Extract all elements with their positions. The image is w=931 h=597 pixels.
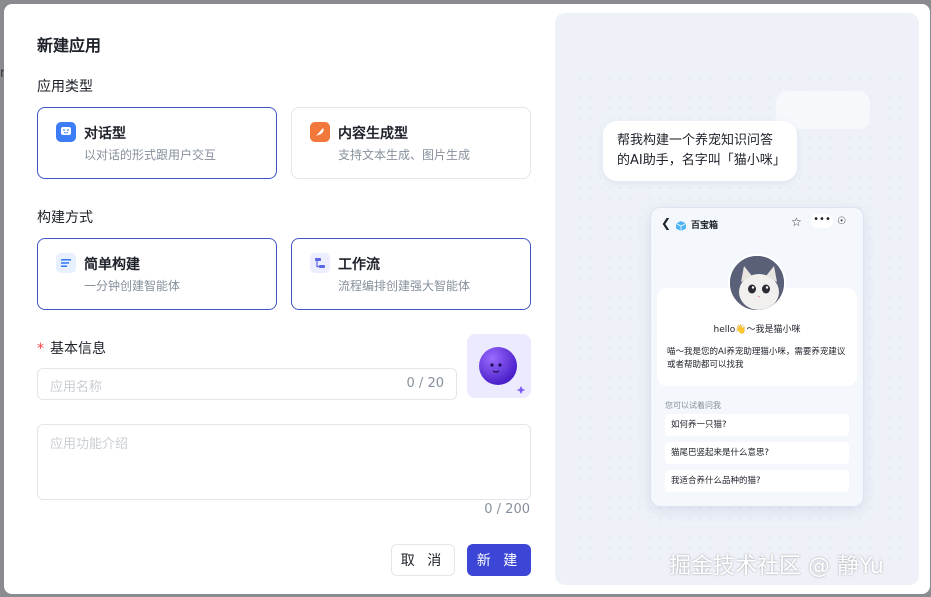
build-method-name: 工作流 xyxy=(338,257,380,273)
app-type-label: 应用类型 xyxy=(37,79,93,95)
hello-text: hello👋～我是猫小咪 xyxy=(713,325,801,335)
sparkle-icon xyxy=(516,386,526,394)
workflow-icon xyxy=(310,253,330,273)
app-name-placeholder: 应用名称 xyxy=(50,380,103,395)
app-type-name: 对话型 xyxy=(84,126,126,142)
suggestion-item: 我适合养什么品种的猫? xyxy=(665,470,849,492)
preview-panel: 帮我构建一个养宠知识问答的AI助手，名字叫「猫小咪」 ❮ 百宝箱 ☆ ••• ☉… xyxy=(555,13,919,585)
build-method-label: 构建方式 xyxy=(37,210,93,226)
build-method-name: 简单构建 xyxy=(84,257,140,273)
basic-info-text: 基本信息 xyxy=(50,341,106,357)
phone-top-bar: ❮ 百宝箱 ☆ ••• ☉ xyxy=(651,208,863,240)
box-logo-icon xyxy=(675,217,687,231)
cancel-button[interactable]: 取 消 xyxy=(391,544,455,576)
record-icon: ☉ xyxy=(837,216,846,227)
basic-info-label: * 基本信息 xyxy=(37,338,106,358)
app-name-input[interactable]: 应用名称 0 / 20 xyxy=(37,368,457,400)
suggestions-title: 您可以试着问我 xyxy=(665,401,721,410)
more-icon: ••• xyxy=(811,214,833,228)
app-description-char-count: 0 / 200 xyxy=(484,502,530,517)
create-button[interactable]: 新 建 xyxy=(467,544,531,576)
star-icon: ☆ xyxy=(791,215,802,229)
build-method-desc: 一分钟创建智能体 xyxy=(84,279,181,293)
build-method-desc: 流程编排创建强大智能体 xyxy=(338,279,471,293)
app-avatar-picker[interactable] xyxy=(467,334,531,398)
chat-icon xyxy=(56,122,76,142)
watermark: 掘金技术社区 @ 静Yu xyxy=(669,554,884,579)
build-method-card-simple[interactable]: 简单构建 一分钟创建智能体 xyxy=(37,238,277,310)
app-type-desc: 支持文本生成、图片生成 xyxy=(338,148,471,162)
intro-message: 喵～我是您的AI养宠助理猫小咪，需要养宠建议或者帮助都可以找我 xyxy=(667,347,846,370)
build-method-card-workflow[interactable]: 工作流 流程编排创建强大智能体 xyxy=(291,238,531,310)
suggestion-item: 如何养一只猫? xyxy=(665,414,849,436)
preview-prompt-bubble: 帮我构建一个养宠知识问答的AI助手，名字叫「猫小咪」 xyxy=(603,121,797,181)
cat-avatar xyxy=(728,254,786,312)
app-type-name: 内容生成型 xyxy=(338,126,408,142)
required-mark: * xyxy=(37,341,44,357)
app-name-char-count: 0 / 20 xyxy=(406,376,444,391)
ball-avatar-icon xyxy=(479,347,526,394)
suggestion-item: 猫尾巴竖起来是什么意思? xyxy=(665,442,849,464)
list-icon xyxy=(56,253,76,273)
app-type-card-chat[interactable]: 对话型 以对话的形式跟用户交互 xyxy=(37,107,277,179)
app-description-textarea[interactable]: 应用功能介绍 xyxy=(37,424,531,500)
app-type-card-content[interactable]: 内容生成型 支持文本生成、图片生成 xyxy=(291,107,531,179)
phone-app-name: 百宝箱 xyxy=(691,221,719,231)
dialog-title: 新建应用 xyxy=(37,36,102,55)
app-type-desc: 以对话的形式跟用户交互 xyxy=(84,148,217,162)
preview-phone-mockup: ❮ 百宝箱 ☆ ••• ☉ hello👋～我是猫小咪 喵～我是您的AI养宠助理猫… xyxy=(650,207,864,507)
app-description-placeholder: 应用功能介绍 xyxy=(50,437,129,452)
new-app-dialog: 新建应用 应用类型 对话型 以对话的形式跟用户交互 内容生成型 支持文本生成、图… xyxy=(4,4,930,594)
feather-icon xyxy=(310,122,330,142)
back-chevron-icon: ❮ xyxy=(661,216,672,230)
